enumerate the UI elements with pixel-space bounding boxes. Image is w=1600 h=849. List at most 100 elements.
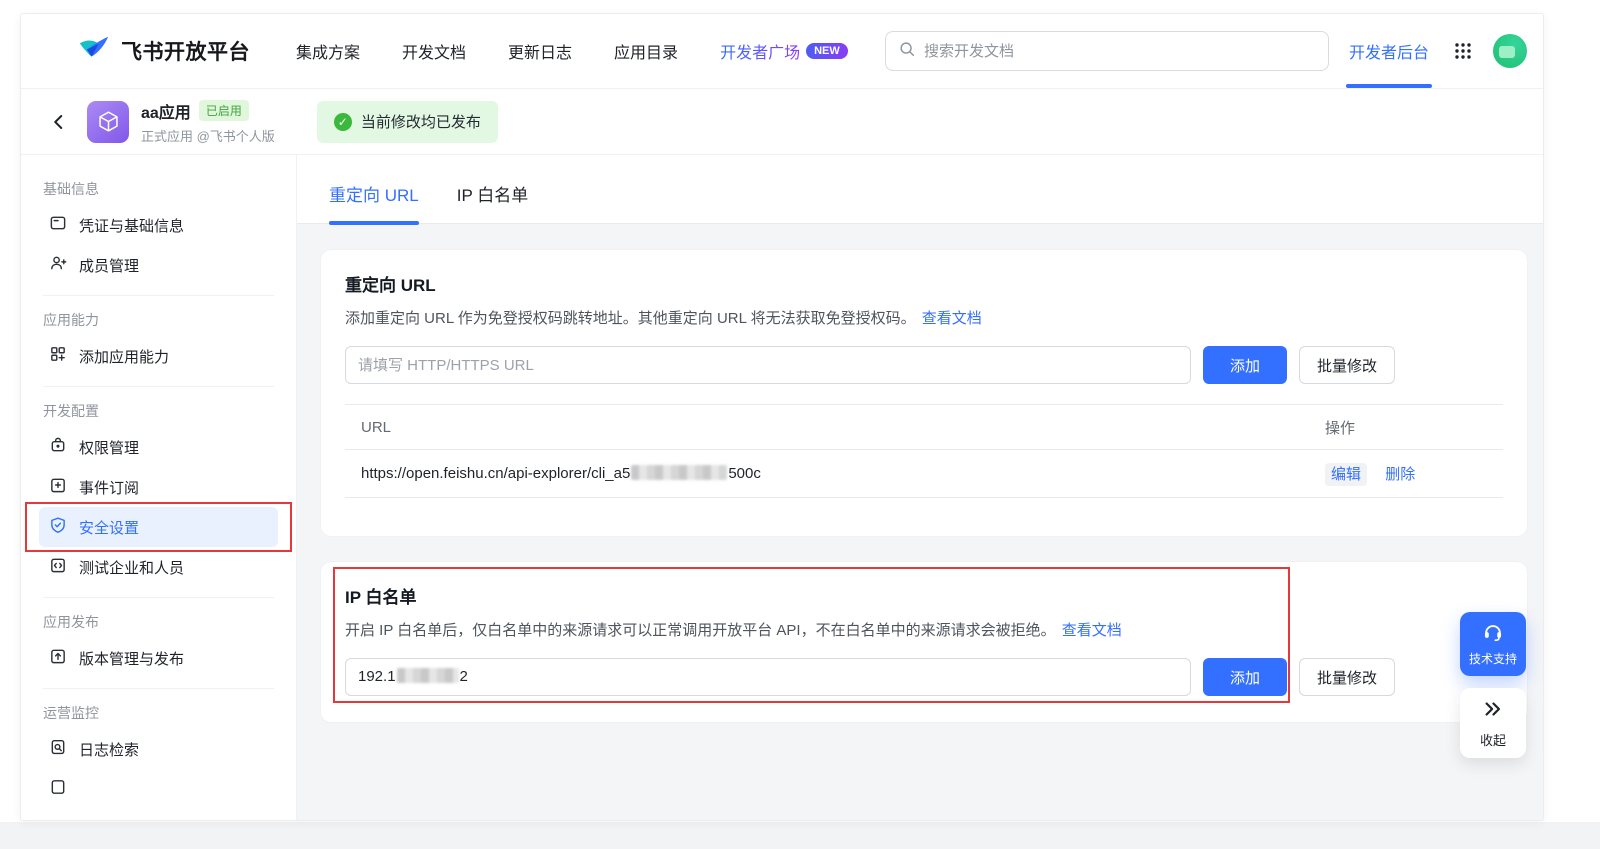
- check-circle-icon: ✓: [333, 112, 352, 131]
- redacted-segment: [631, 465, 728, 480]
- floating-actions: 技术支持 收起: [1460, 612, 1526, 758]
- sidebar-item-label: 测试企业和人员: [79, 559, 185, 577]
- sidebar: 基础信息 凭证与基础信息 成员管理 应用能力 添加应用能力 开发配置 权限管理: [21, 155, 297, 820]
- publish-banner-text: 当前修改均已发布: [360, 114, 481, 131]
- top-nav: 飞书开放平台 集成方案 开发文档 更新日志 应用目录 开发者广场 NEW 开发者…: [21, 14, 1543, 89]
- security-shield-icon: [49, 516, 67, 538]
- nav-menu: 集成方案 开发文档 更新日志 应用目录 开发者广场 NEW: [296, 39, 848, 63]
- redacted-segment: [396, 668, 459, 683]
- release-upload-icon: [49, 647, 67, 669]
- sidebar-item-label: 版本管理与发布: [79, 650, 185, 668]
- collapse-label: 收起: [1479, 732, 1506, 748]
- tab-redirect-url[interactable]: 重定向 URL: [329, 181, 419, 225]
- ip-whitelist-card: IP 白名单 开启 IP 白名单后，仅白名单中的来源请求可以正常调用开放平台 A…: [321, 562, 1527, 722]
- batch-edit-button[interactable]: 批量修改: [1299, 346, 1396, 384]
- sidebar-item-clipped[interactable]: [39, 769, 278, 809]
- delete-link[interactable]: 删除: [1385, 466, 1415, 483]
- sidebar-item-members[interactable]: 成员管理: [39, 245, 278, 285]
- sidebar-item-version-release[interactable]: 版本管理与发布: [39, 638, 278, 678]
- permission-lock-icon: [49, 436, 67, 458]
- support-label: 技术支持: [1468, 652, 1517, 666]
- credential-icon: [49, 214, 67, 236]
- view-docs-link[interactable]: 查看文档: [922, 310, 982, 327]
- sidebar-item-add-capability[interactable]: 添加应用能力: [39, 336, 278, 376]
- user-avatar[interactable]: [1493, 34, 1527, 68]
- feishu-logo-icon: [77, 32, 111, 71]
- test-code-icon: [49, 556, 67, 578]
- app-cube-icon: [87, 100, 129, 143]
- search-box[interactable]: [884, 31, 1329, 71]
- status-badge: 已启用: [198, 100, 249, 121]
- nav-item-integration[interactable]: 集成方案: [296, 39, 360, 63]
- tab-bar: 重定向 URL IP 白名单: [297, 155, 1543, 225]
- divider: [43, 597, 274, 598]
- view-docs-link[interactable]: 查看文档: [1062, 622, 1122, 639]
- sidebar-item-label: 安全设置: [79, 519, 140, 537]
- description-text: 开启 IP 白名单后，仅白名单中的来源请求可以正常调用开放平台 API，不在白名…: [345, 622, 1056, 639]
- sidebar-item-label: 日志检索: [79, 741, 140, 759]
- collapse-button[interactable]: 收起: [1460, 688, 1526, 758]
- add-url-button[interactable]: 添加: [1203, 346, 1288, 384]
- app-name: aa应用: [141, 104, 191, 122]
- ip-prefix: 192.1: [358, 668, 396, 685]
- brand-name: 飞书开放平台: [121, 41, 250, 64]
- ip-address-input[interactable]: 192.1 2: [345, 658, 1191, 696]
- sidebar-item-label: 凭证与基础信息: [79, 217, 185, 235]
- sidebar-section-basic: 基础信息: [43, 181, 99, 197]
- nav-item-changelog[interactable]: 更新日志: [508, 39, 572, 63]
- card-title: 重定向 URL: [345, 276, 436, 295]
- url-input-row: 添加 批量修改: [345, 346, 1503, 384]
- batch-edit-button[interactable]: 批量修改: [1299, 658, 1396, 696]
- sidebar-item-label: 添加应用能力: [79, 348, 170, 366]
- ip-suffix: 2: [459, 668, 468, 685]
- search-icon: [898, 40, 916, 63]
- column-actions: 操作: [1325, 419, 1356, 437]
- divider: [43, 295, 274, 296]
- redirect-url-card: 重定向 URL 添加重定向 URL 作为免登授权码跳转地址。其他重定向 URL …: [321, 250, 1527, 536]
- nav-item-docs[interactable]: 开发文档: [402, 39, 466, 63]
- actions-cell: 编辑 删除: [1325, 463, 1487, 486]
- add-capability-icon: [49, 345, 67, 367]
- sidebar-item-events[interactable]: 事件订阅: [39, 467, 278, 507]
- brand-logo[interactable]: 飞书开放平台: [77, 32, 250, 71]
- sidebar-section-monitor: 运营监控: [43, 705, 99, 721]
- sidebar-item-test-company[interactable]: 测试企业和人员: [39, 547, 278, 587]
- card-description: 开启 IP 白名单后，仅白名单中的来源请求可以正常调用开放平台 API，不在白名…: [345, 620, 1503, 642]
- apps-grid-icon[interactable]: [1453, 41, 1473, 61]
- new-badge: NEW: [806, 43, 848, 59]
- app-info: aa应用 已启用 正式应用 @飞书个人版: [141, 99, 275, 145]
- search-input[interactable]: [923, 42, 1316, 60]
- back-button[interactable]: [47, 110, 71, 134]
- add-ip-button[interactable]: 添加: [1203, 658, 1288, 696]
- sidebar-item-credentials[interactable]: 凭证与基础信息: [39, 205, 278, 245]
- ip-input-row: 192.1 2 添加 批量修改: [345, 658, 1503, 696]
- sidebar-item-security-settings[interactable]: 安全设置: [25, 502, 292, 552]
- url-cell: https://open.feishu.cn/api-explorer/cli_…: [361, 465, 1325, 482]
- sidebar-section-release: 应用发布: [43, 614, 99, 630]
- sidebar-item-label: 权限管理: [79, 439, 140, 457]
- url-suffix: 500c: [728, 465, 761, 482]
- sidebar-item-label: 成员管理: [79, 257, 140, 275]
- table-row: https://open.feishu.cn/api-explorer/cli_…: [345, 450, 1503, 498]
- tech-support-button[interactable]: 技术支持: [1460, 612, 1526, 676]
- nav-item-app-directory[interactable]: 应用目录: [614, 39, 678, 63]
- developer-console-link[interactable]: 开发者后台: [1347, 39, 1431, 63]
- divider: [43, 386, 274, 387]
- redirect-url-input[interactable]: [345, 346, 1191, 384]
- url-table: URL 操作 https://open.feishu.cn/api-explor…: [345, 404, 1503, 498]
- tab-ip-whitelist[interactable]: IP 白名单: [457, 181, 528, 223]
- content-area: 重定向 URL 添加重定向 URL 作为免登授权码跳转地址。其他重定向 URL …: [297, 224, 1543, 820]
- sidebar-item-permissions[interactable]: 权限管理: [39, 427, 278, 467]
- sidebar-item-label: 事件订阅: [79, 479, 140, 497]
- sidebar-section-dev-config: 开发配置: [43, 403, 99, 419]
- card-title: IP 白名单: [345, 588, 417, 607]
- url-prefix: https://open.feishu.cn/api-explorer/cli_…: [361, 465, 631, 482]
- double-chevron-right-icon: [1482, 698, 1504, 723]
- edit-link[interactable]: 编辑: [1325, 463, 1368, 486]
- app-sub-header: aa应用 已启用 正式应用 @飞书个人版 ✓ 当前修改均已发布: [21, 89, 1543, 155]
- app-window: 飞书开放平台 集成方案 开发文档 更新日志 应用目录 开发者广场 NEW 开发者…: [20, 13, 1544, 821]
- nav-item-developer-plaza[interactable]: 开发者广场 NEW: [720, 39, 848, 63]
- main-panel: 重定向 URL IP 白名单 重定向 URL 添加重定向 URL 作为免登授权码…: [297, 155, 1543, 820]
- table-header: URL 操作: [345, 404, 1503, 450]
- sidebar-item-log-search[interactable]: 日志检索: [39, 729, 278, 769]
